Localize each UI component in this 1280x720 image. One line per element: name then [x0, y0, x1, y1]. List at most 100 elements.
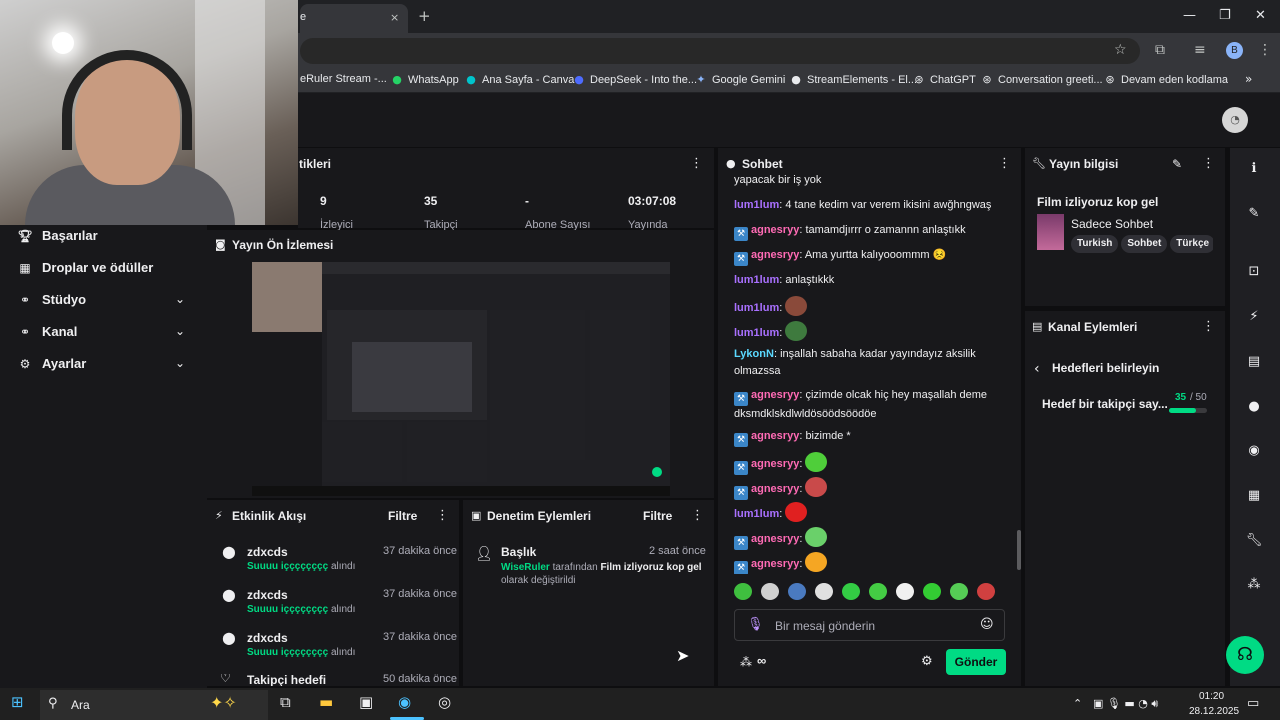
- more-icon[interactable]: ⋮: [998, 156, 1011, 171]
- emote-icon[interactable]: [815, 583, 833, 600]
- chat-username[interactable]: agnesryy: [751, 533, 799, 545]
- emote-icon[interactable]: [805, 552, 828, 572]
- chat-bubble-icon[interactable]: ●: [1243, 399, 1265, 414]
- obs-icon[interactable]: ◎: [438, 693, 451, 711]
- chat-input[interactable]: 🎙︎ Bir mesaj gönderin ☺: [734, 609, 1005, 641]
- emote-icon[interactable]: [788, 583, 806, 600]
- camera-icon[interactable]: ⊡: [1243, 264, 1265, 279]
- emoji-icon[interactable]: ☺: [980, 617, 994, 632]
- chat-username[interactable]: lum1lum: [734, 508, 779, 520]
- broadcast-icon[interactable]: ◉: [1243, 443, 1265, 458]
- tray-chevron-icon[interactable]: ⌃: [1073, 697, 1082, 710]
- emote-icon[interactable]: [923, 583, 941, 600]
- moderation-filter-button[interactable]: Filtre: [643, 509, 672, 523]
- new-tab-icon[interactable]: +: [418, 7, 431, 25]
- pencil-icon[interactable]: ✎: [1243, 206, 1265, 221]
- gear-icon[interactable]: ⚙: [921, 654, 933, 669]
- chevron-down-icon[interactable]: ⌄: [175, 356, 185, 370]
- emote-icon[interactable]: [761, 583, 779, 600]
- star-icon[interactable]: ☆: [1114, 42, 1127, 58]
- event-user[interactable]: zdxcds: [247, 545, 288, 559]
- chevron-down-icon[interactable]: ⌄: [175, 324, 185, 338]
- chat-username[interactable]: agnesryy: [751, 483, 799, 495]
- address-bar[interactable]: [300, 38, 1140, 64]
- sidebar-item-studio[interactable]: ⚭ Stüdyo: [16, 292, 86, 307]
- bookmark-item[interactable]: ⊛ Conversation greeti...: [980, 73, 1102, 86]
- clip-icon[interactable]: ▦: [1243, 488, 1265, 503]
- emote-icon[interactable]: [950, 583, 968, 600]
- tag[interactable]: Turkish: [1071, 235, 1119, 253]
- windows-start-icon[interactable]: ⊞: [11, 693, 24, 711]
- emote-icon[interactable]: [734, 583, 752, 600]
- tag[interactable]: Türkçe: [1170, 235, 1213, 253]
- event-user[interactable]: zdxcds: [247, 631, 288, 645]
- tab-close-icon[interactable]: ×: [390, 11, 399, 24]
- goal-label[interactable]: Hedef bir takipçi say...: [1042, 397, 1168, 411]
- category-name[interactable]: Sadece Sohbet: [1071, 217, 1153, 231]
- moderator-badge-icon[interactable]: ⚒: [734, 433, 748, 447]
- chat-username[interactable]: agnesryy: [751, 558, 799, 570]
- moderator-badge-icon[interactable]: ⚒: [734, 227, 748, 241]
- moderator-badge-icon[interactable]: ⚒: [734, 252, 748, 266]
- more-icon[interactable]: ⋮: [690, 156, 703, 171]
- more-icon[interactable]: ⋮: [1202, 319, 1215, 334]
- emote-bar[interactable]: [734, 583, 1004, 601]
- bookmark-item[interactable]: ✦ Google Gemini: [694, 73, 785, 86]
- chat-username[interactable]: lum1lum: [734, 302, 779, 314]
- media-icon[interactable]: ≡: [1194, 42, 1206, 58]
- restore-icon[interactable]: ❐: [1219, 8, 1231, 23]
- emote-icon[interactable]: [785, 296, 808, 316]
- emote-icon[interactable]: [869, 583, 887, 600]
- chat-username[interactable]: lum1lum: [734, 274, 779, 286]
- user-avatar[interactable]: ◔: [1222, 107, 1248, 133]
- bookmark-item[interactable]: eRuler Stream -...: [300, 73, 387, 85]
- browser-tab[interactable]: e ×: [300, 4, 408, 33]
- task-view-icon[interactable]: ⧉: [280, 693, 291, 711]
- emote-icon[interactable]: [785, 321, 808, 341]
- close-window-icon[interactable]: ✕: [1255, 8, 1266, 23]
- stream-preview-video[interactable]: [252, 262, 670, 496]
- tray-icons[interactable]: ▣ 🎙︎ ▬ ◔ 🔊︎: [1093, 697, 1158, 711]
- emote-icon[interactable]: [896, 583, 914, 600]
- emote-icon[interactable]: [805, 452, 828, 472]
- bookmarks-overflow-icon[interactable]: »: [1245, 72, 1252, 86]
- bookmark-item[interactable]: ⊛ ChatGPT: [912, 73, 975, 86]
- more-icon[interactable]: ⋮: [1202, 156, 1215, 171]
- chat-username[interactable]: agnesryy: [751, 249, 799, 261]
- support-button[interactable]: ☊: [1226, 636, 1264, 674]
- emote-icon[interactable]: [977, 583, 995, 600]
- profile-avatar[interactable]: B: [1226, 42, 1243, 59]
- chat-scrollbar[interactable]: [1017, 530, 1021, 570]
- share-icon[interactable]: ⁂: [1243, 577, 1265, 592]
- chat-username[interactable]: agnesryy: [751, 389, 799, 401]
- more-icon[interactable]: ⋮: [691, 508, 704, 523]
- chat-username[interactable]: agnesryy: [751, 458, 799, 470]
- send-button[interactable]: Gönder: [946, 649, 1006, 675]
- lightning-icon[interactable]: ⚡︎: [1243, 309, 1265, 324]
- sidebar-item-achievements[interactable]: 🏆︎ Başarılar: [16, 228, 97, 243]
- chat-username[interactable]: lum1lum: [734, 199, 779, 211]
- chat-username[interactable]: lum1lum: [734, 327, 779, 339]
- moderator-badge-icon[interactable]: ⚒: [734, 486, 748, 500]
- moderator-badge-icon[interactable]: ⚒: [734, 392, 748, 406]
- channel-points-icon[interactable]: ⁂: [740, 655, 752, 669]
- activity-filter-button[interactable]: Filtre: [388, 509, 417, 523]
- mic-icon[interactable]: 🎙︎: [747, 617, 764, 632]
- extensions-icon[interactable]: ⧉: [1155, 42, 1165, 58]
- emote-icon[interactable]: [842, 583, 860, 600]
- back-icon[interactable]: ‹: [1034, 361, 1040, 377]
- emote-icon[interactable]: [805, 527, 828, 547]
- chat-username[interactable]: agnesryy: [751, 430, 799, 442]
- sidebar-item-channel[interactable]: ⚭ Kanal: [16, 324, 77, 339]
- bookmark-item[interactable]: ● Ana Sayfa - Canva: [464, 73, 574, 86]
- store-icon[interactable]: ▣: [359, 693, 373, 711]
- clock-time[interactable]: 01:20: [1199, 691, 1224, 702]
- more-icon[interactable]: ⋮: [436, 508, 449, 523]
- chevron-down-icon[interactable]: ⌄: [175, 292, 185, 306]
- file-explorer-icon[interactable]: ▬: [319, 693, 333, 711]
- taskbar-search[interactable]: ⚲ Ara ✦✧: [40, 690, 268, 720]
- clock-date[interactable]: 28.12.2025: [1189, 706, 1239, 717]
- tag[interactable]: Sohbet: [1121, 235, 1168, 253]
- wrench-icon[interactable]: 🔧︎: [1243, 533, 1265, 548]
- menu-icon[interactable]: ⋮: [1258, 42, 1272, 58]
